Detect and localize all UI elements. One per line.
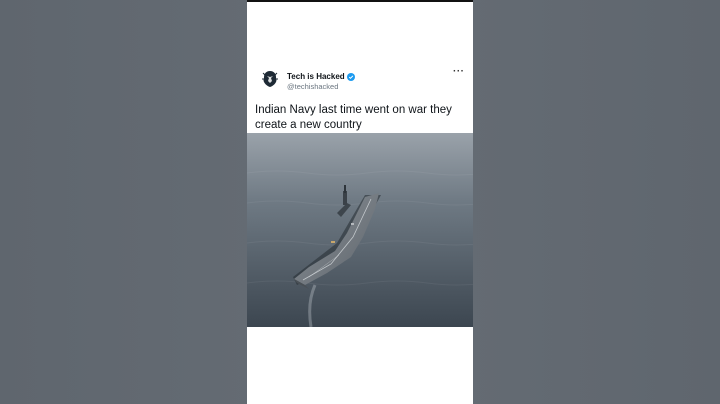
lion-logo-icon (262, 71, 278, 87)
verified-badge-icon (346, 72, 355, 81)
more-options-icon[interactable]: ··· (453, 66, 465, 77)
post-card[interactable]: Tech is Hacked @techishacked ··· Indian … (247, 2, 473, 404)
post-media[interactable] (247, 133, 473, 327)
aircraft-carrier-image (247, 133, 473, 327)
video-stage: Tech is Hacked @techishacked ··· Indian … (0, 0, 720, 404)
author-handle[interactable]: @techishacked (287, 82, 338, 91)
display-name[interactable]: Tech is Hacked (287, 72, 345, 81)
post-text: Indian Navy last time went on war they c… (255, 104, 452, 131)
avatar[interactable] (260, 69, 280, 89)
author-name-row[interactable]: Tech is Hacked (287, 72, 355, 81)
